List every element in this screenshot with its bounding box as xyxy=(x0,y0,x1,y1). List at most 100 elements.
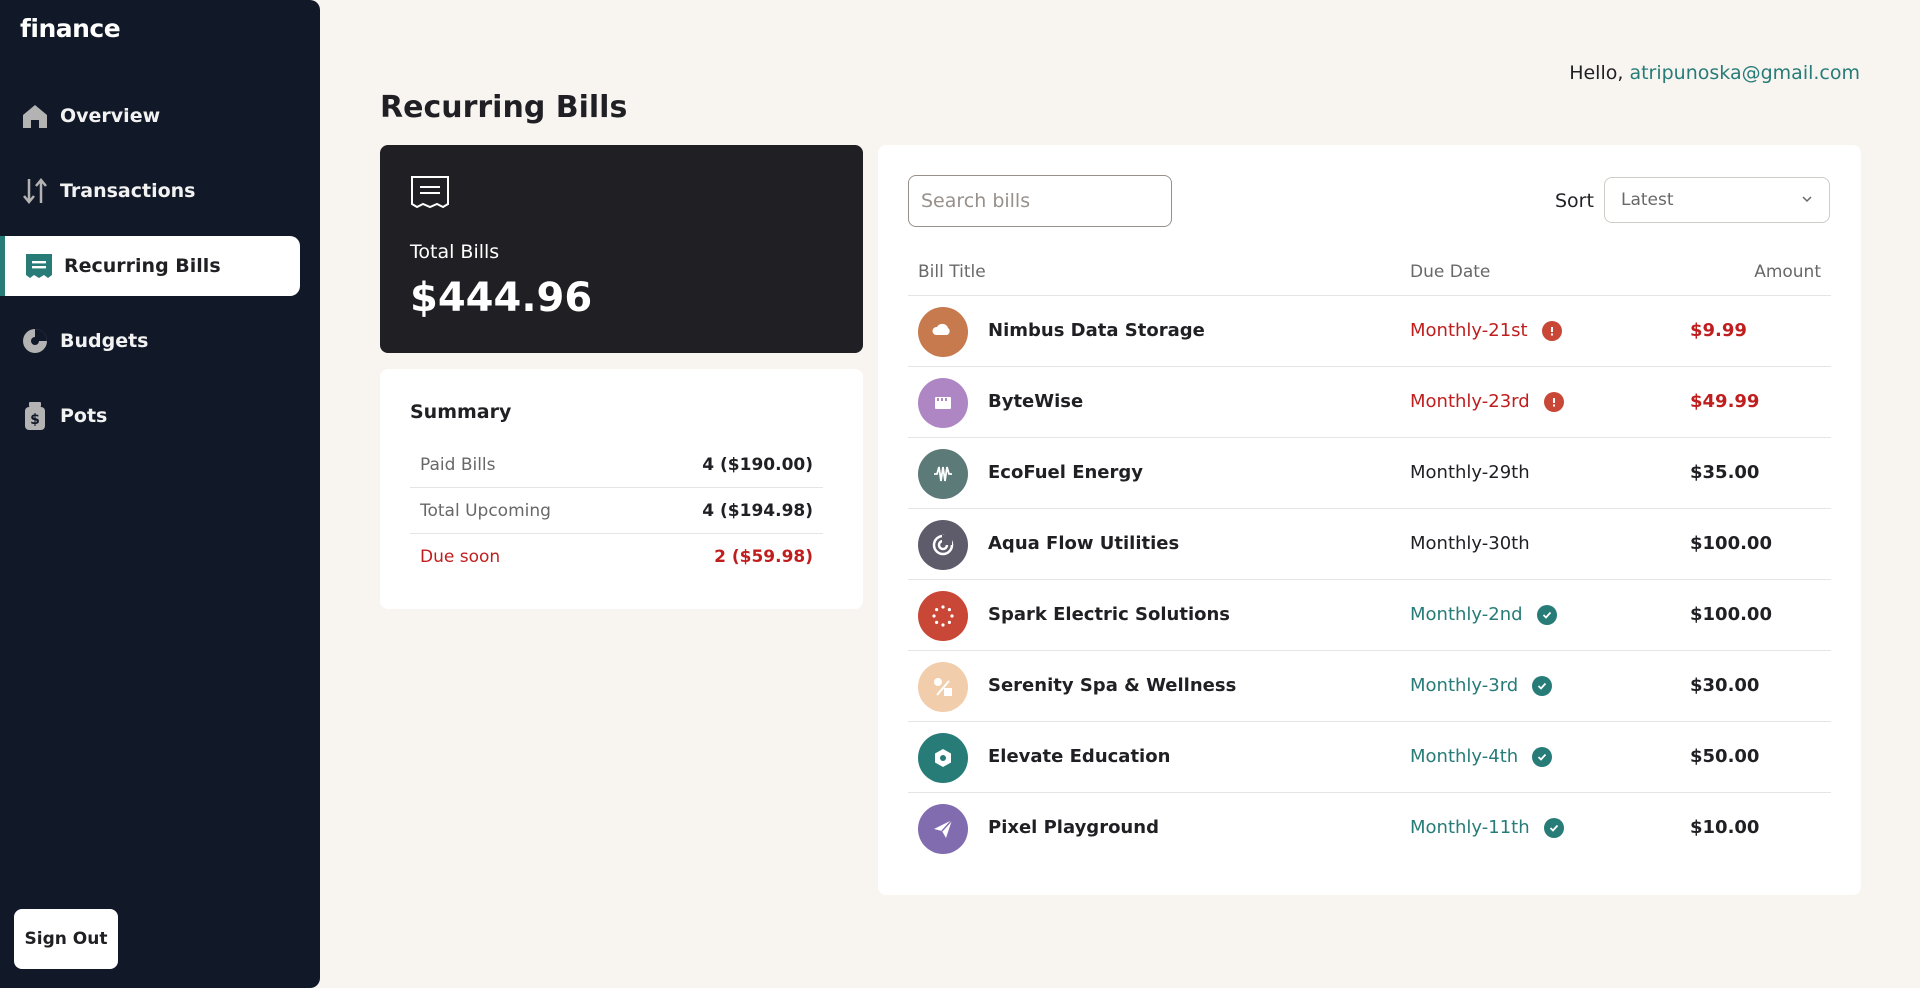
greeting: Hello, atripunoska@gmail.com xyxy=(1569,62,1860,84)
jar-icon: $ xyxy=(20,401,50,431)
bill-row[interactable]: Serenity Spa & Wellness Monthly-3rd $30.00 xyxy=(908,651,1831,722)
bill-due-date: Monthly-11th xyxy=(1410,817,1564,838)
nav-item-transactions[interactable]: Transactions xyxy=(0,161,300,221)
home-icon xyxy=(20,101,50,131)
bills-panel: Sort Latest Bill Title Due Date Amount N… xyxy=(878,145,1861,895)
col-header-due[interactable]: Due Date xyxy=(1410,262,1490,282)
user-email-link[interactable]: atripunoska@gmail.com xyxy=(1629,62,1860,84)
bill-list: Nimbus Data Storage Monthly-21st $9.99 Byte… xyxy=(878,296,1861,864)
bill-name: Pixel Playground xyxy=(988,817,1159,838)
bill-row[interactable]: EcoFuel Energy Monthly-29th $35.00 xyxy=(908,438,1831,509)
total-bills-value: $444.96 xyxy=(410,275,593,321)
hexagon-icon xyxy=(918,733,968,783)
shapes-icon xyxy=(918,662,968,712)
alert-icon xyxy=(1543,391,1564,412)
summary-row-upcoming: Total Upcoming 4 ($194.98) xyxy=(410,488,823,534)
cloud-icon xyxy=(918,307,968,357)
summary-row-due-soon: Due soon 2 ($59.98) xyxy=(410,534,823,580)
paper-plane-icon xyxy=(918,804,968,854)
nav-item-pots[interactable]: $ Pots xyxy=(0,386,300,446)
summary-value: 4 ($190.00) xyxy=(702,454,813,475)
nav-label: Recurring Bills xyxy=(64,255,221,277)
clapper-icon xyxy=(918,378,968,428)
bill-row[interactable]: Spark Electric Solutions Monthly-2nd $100.… xyxy=(908,580,1831,651)
bill-row[interactable]: Elevate Education Monthly-4th $50.00 xyxy=(908,722,1831,793)
bill-amount: $50.00 xyxy=(1690,746,1760,767)
sort-value: Latest xyxy=(1621,190,1674,210)
app-logo: finance xyxy=(20,14,121,43)
bill-amount: $100.00 xyxy=(1690,533,1772,554)
main-nav: Overview Transactions Recurring Bills Bu… xyxy=(0,86,300,461)
bill-row[interactable]: Pixel Playground Monthly-11th $10.00 xyxy=(908,793,1831,864)
bill-amount: $9.99 xyxy=(1690,320,1747,341)
bill-due-text: Monthly-2nd xyxy=(1410,604,1523,625)
swirl-icon xyxy=(918,520,968,570)
bill-row[interactable]: ByteWise Monthly-23rd $49.99 xyxy=(908,367,1831,438)
bill-due-date: Monthly-30th xyxy=(1410,533,1530,554)
bill-name: Aqua Flow Utilities xyxy=(988,533,1180,554)
bill-due-date: Monthly-4th xyxy=(1410,746,1553,767)
sort-label: Sort xyxy=(1555,190,1594,212)
check-icon xyxy=(1532,675,1553,696)
bill-due-date: Monthly-29th xyxy=(1410,462,1530,483)
bill-amount: $49.99 xyxy=(1690,391,1760,412)
receipt-icon xyxy=(24,251,54,281)
check-icon xyxy=(1532,746,1553,767)
nav-item-overview[interactable]: Overview xyxy=(0,86,300,146)
nav-label: Transactions xyxy=(60,180,196,202)
nav-label: Budgets xyxy=(60,330,149,352)
bill-due-date: Monthly-23rd xyxy=(1410,391,1564,412)
sidebar: finance Overview Transactions Recurring … xyxy=(0,0,320,988)
bill-amount: $10.00 xyxy=(1690,817,1760,838)
bill-due-text: Monthly-29th xyxy=(1410,462,1530,483)
summary-card: Summary Paid Bills 4 ($190.00) Total Upc… xyxy=(380,369,863,609)
bill-due-date: Monthly-3rd xyxy=(1410,675,1553,696)
check-icon xyxy=(1543,817,1564,838)
bill-amount: $100.00 xyxy=(1690,604,1772,625)
bill-due-text: Monthly-4th xyxy=(1410,746,1519,767)
greeting-text: Hello, xyxy=(1569,62,1630,84)
pie-icon xyxy=(20,326,50,356)
bill-row[interactable]: Nimbus Data Storage Monthly-21st $9.99 xyxy=(908,296,1831,367)
summary-value: 4 ($194.98) xyxy=(702,500,813,521)
summary-row-paid: Paid Bills 4 ($190.00) xyxy=(410,442,823,488)
svg-text:$: $ xyxy=(30,412,40,428)
summary-value: 2 ($59.98) xyxy=(714,547,813,567)
nav-item-budgets[interactable]: Budgets xyxy=(0,311,300,371)
nav-label: Overview xyxy=(60,105,161,127)
bill-amount: $30.00 xyxy=(1690,675,1760,696)
search-input[interactable] xyxy=(908,175,1172,227)
summary-label: Due soon xyxy=(420,547,501,567)
bill-amount: $35.00 xyxy=(1690,462,1760,483)
bill-due-text: Monthly-11th xyxy=(1410,817,1530,838)
bill-name: ByteWise xyxy=(988,391,1084,412)
bill-due-text: Monthly-3rd xyxy=(1410,675,1519,696)
bill-name: Nimbus Data Storage xyxy=(988,320,1205,341)
bill-due-date: Monthly-2nd xyxy=(1410,604,1557,625)
alert-icon xyxy=(1541,320,1562,341)
check-icon xyxy=(1536,604,1557,625)
chevron-down-icon xyxy=(1801,190,1813,210)
col-header-title[interactable]: Bill Title xyxy=(918,262,986,282)
col-header-amount[interactable]: Amount xyxy=(1754,262,1821,282)
summary-label: Paid Bills xyxy=(420,454,496,475)
bill-row[interactable]: Aqua Flow Utilities Monthly-30th $100.00 xyxy=(908,509,1831,580)
bill-name: Serenity Spa & Wellness xyxy=(988,675,1237,696)
receipt-icon xyxy=(410,175,450,213)
total-bills-label: Total Bills xyxy=(410,241,500,263)
total-bills-card: Total Bills $444.96 xyxy=(380,145,863,353)
dots-ring-icon xyxy=(918,591,968,641)
bill-due-text: Monthly-21st xyxy=(1410,320,1528,341)
summary-label: Total Upcoming xyxy=(420,500,551,521)
arrows-updown-icon xyxy=(20,176,50,206)
nav-item-recurring-bills[interactable]: Recurring Bills xyxy=(0,236,300,296)
bill-name: Elevate Education xyxy=(988,746,1171,767)
bill-due-date: Monthly-21st xyxy=(1410,320,1562,341)
bill-name: Spark Electric Solutions xyxy=(988,604,1231,625)
sign-out-button[interactable]: Sign Out xyxy=(14,909,118,969)
page-title: Recurring Bills xyxy=(380,90,628,125)
bill-name: EcoFuel Energy xyxy=(988,462,1144,483)
bill-due-text: Monthly-30th xyxy=(1410,533,1530,554)
nav-label: Pots xyxy=(60,405,108,427)
sort-select[interactable]: Latest xyxy=(1604,177,1830,223)
